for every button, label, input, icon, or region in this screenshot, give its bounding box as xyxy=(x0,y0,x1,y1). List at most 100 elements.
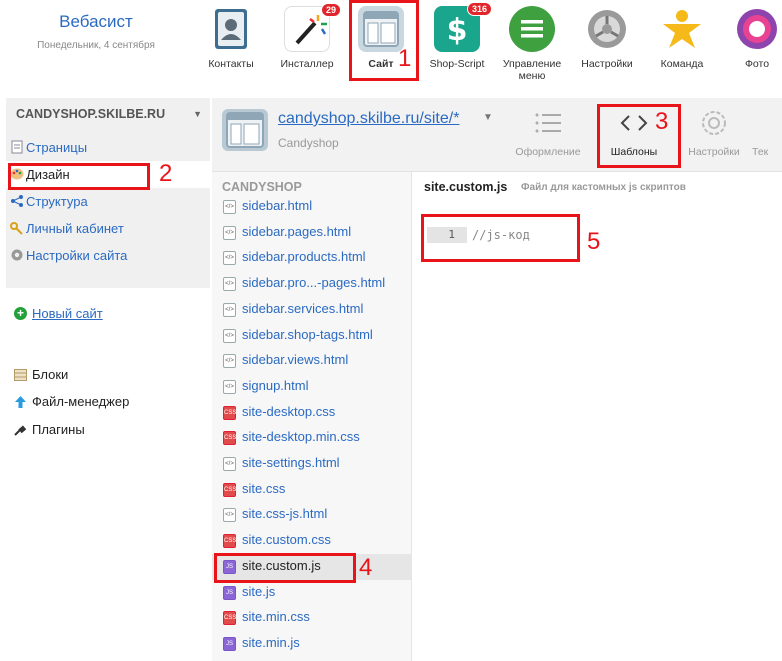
plus-icon: + xyxy=(14,307,27,320)
sidebar-link-label: Файл-менеджер xyxy=(32,394,130,409)
css-file-icon: CSS xyxy=(223,611,236,626)
annotation-number-2: 2 xyxy=(159,160,173,187)
installer-icon: 29 xyxy=(284,3,341,52)
app-menu-manager[interactable]: Управление меню xyxy=(497,6,567,82)
css-file-icon: CSS xyxy=(223,482,236,497)
file-name: sidebar.pages.html xyxy=(242,223,352,239)
css-file-icon: CSS xyxy=(223,405,236,420)
tab-label: Оформление xyxy=(515,146,581,158)
file-item[interactable]: </> sidebar.pro...-pages.html xyxy=(212,271,412,297)
tab-settings[interactable]: Настройки xyxy=(674,106,754,166)
blocks-icon xyxy=(14,369,27,381)
file-item[interactable]: </> sidebar.services.html xyxy=(212,297,412,323)
html-file-icon: </> xyxy=(223,302,236,317)
editor-filename: site.custom.js xyxy=(424,180,508,194)
installer-badge: 29 xyxy=(320,3,341,17)
app-label: Контакты xyxy=(208,58,254,70)
file-item[interactable]: JS site.js xyxy=(212,580,412,606)
app-installer[interactable]: 29 Инсталлер xyxy=(272,3,342,70)
annotation-box-5 xyxy=(421,214,580,262)
app-label: Управление меню xyxy=(502,58,562,83)
app-settings[interactable]: Настройки xyxy=(572,6,642,70)
sidebar-link-plugins[interactable]: Плагины xyxy=(14,422,85,437)
html-file-icon: </> xyxy=(223,328,236,343)
file-item[interactable]: </> signup.html xyxy=(212,374,412,400)
html-file-icon: </> xyxy=(223,277,236,292)
file-item[interactable]: CSS site-desktop.css xyxy=(212,400,412,426)
contacts-icon xyxy=(208,6,254,52)
file-name: site.css xyxy=(242,480,286,496)
file-name: sidebar.shop-tags.html xyxy=(242,326,373,342)
tab-more[interactable]: Тек xyxy=(752,106,782,166)
file-name: site.min.js xyxy=(242,634,300,650)
sidebar-item-structure[interactable]: Структура xyxy=(6,188,210,215)
sidebar-item-label: Структура xyxy=(26,194,88,209)
annotation-number-1: 1 xyxy=(398,45,412,72)
file-name: sidebar.services.html xyxy=(242,300,364,316)
file-name: sidebar.views.html xyxy=(242,352,349,368)
menu-manager-icon xyxy=(509,6,555,52)
key-icon xyxy=(10,221,24,235)
file-item[interactable]: </> site-settings.html xyxy=(212,451,412,477)
app-team[interactable]: Команда xyxy=(647,6,717,70)
app-contacts[interactable]: Контакты xyxy=(196,6,266,70)
annotation-number-5: 5 xyxy=(587,228,601,255)
file-item[interactable]: </> sidebar.products.html xyxy=(212,245,412,271)
app-label: Фото xyxy=(744,58,770,70)
file-item[interactable]: CSS site.css xyxy=(212,477,412,503)
tab-label: Тек xyxy=(752,146,769,158)
new-site-link[interactable]: + Новый сайт xyxy=(14,306,103,321)
settings-icon xyxy=(584,6,630,52)
app-shop-script[interactable]: $ 316 Shop-Script xyxy=(422,2,492,70)
file-name: sidebar.html xyxy=(242,198,313,213)
file-item[interactable]: </> sidebar.shop-tags.html xyxy=(212,323,412,349)
file-item[interactable]: </> sidebar.views.html xyxy=(212,348,412,374)
js-file-icon: JS xyxy=(223,636,236,651)
file-item[interactable]: </> sidebar.html xyxy=(212,194,412,220)
sidebar-item-label: Страницы xyxy=(26,140,88,155)
site-subtitle: Candyshop xyxy=(278,136,339,150)
file-item[interactable]: JS site.min.js xyxy=(212,631,412,657)
app-photo[interactable]: Фото xyxy=(722,6,782,70)
file-name: site-settings.html xyxy=(242,455,340,470)
app-label: Shop-Script xyxy=(429,58,485,70)
editor-description: Файл для кастомных js скриптов xyxy=(521,182,686,193)
file-name: sidebar.products.html xyxy=(242,249,366,265)
file-list-title: CANDYSHOP xyxy=(222,180,302,194)
html-file-icon: </> xyxy=(223,200,236,214)
file-item[interactable]: CSS site-desktop.min.css xyxy=(212,425,412,451)
sidebar-item-label: Настройки сайта xyxy=(26,248,128,263)
brand-date: Понедельник, 4 сентября xyxy=(37,40,155,51)
svg-text:$: $ xyxy=(447,13,468,48)
app-label: Инсталлер xyxy=(280,58,334,70)
sidebar-link-blocks[interactable]: Блоки xyxy=(14,367,68,382)
file-name: sidebar.pro...-pages.html xyxy=(242,275,386,291)
shop-script-badge: 316 xyxy=(466,2,492,16)
sidebar-link-label: Плагины xyxy=(32,422,85,437)
sidebar-link-file-manager[interactable]: Файл-менеджер xyxy=(14,394,129,409)
file-item[interactable]: </> site.css-js.html xyxy=(212,502,412,528)
html-file-icon: </> xyxy=(223,508,236,523)
caret-down-icon[interactable]: ▼ xyxy=(483,112,493,123)
site-header: candyshop.skilbe.ru/site/* ▼ Candyshop О… xyxy=(212,98,782,172)
file-item[interactable]: CSS site.min.css xyxy=(212,605,412,631)
file-item[interactable]: </> sidebar.pages.html xyxy=(212,220,412,246)
site-url-link[interactable]: candyshop.skilbe.ru/site/* xyxy=(278,110,459,128)
tab-appearance[interactable]: Оформление xyxy=(508,106,588,166)
js-file-icon: JS xyxy=(223,585,236,600)
team-icon xyxy=(659,6,705,52)
annotation-number-3: 3 xyxy=(655,108,669,135)
file-item[interactable]: CSS site.custom.css xyxy=(212,528,412,554)
pages-icon xyxy=(10,140,24,154)
sidebar-link-label: Блоки xyxy=(32,367,69,382)
sidebar-item-account[interactable]: Личный кабинет xyxy=(6,215,210,242)
shop-script-icon: $ 316 xyxy=(434,2,492,52)
sidebar-item-site-settings[interactable]: Настройки сайта xyxy=(6,242,210,269)
annotation-box-3 xyxy=(597,104,681,168)
file-name: site.js xyxy=(242,583,276,599)
html-file-icon: </> xyxy=(223,251,236,266)
site-selector[interactable]: CANDYSHOP.SKILBE.RU ▼ xyxy=(6,98,210,132)
html-file-icon: </> xyxy=(223,379,236,394)
brand-name[interactable]: Вебасист xyxy=(0,12,192,32)
sidebar-item-pages[interactable]: Страницы xyxy=(6,134,210,161)
